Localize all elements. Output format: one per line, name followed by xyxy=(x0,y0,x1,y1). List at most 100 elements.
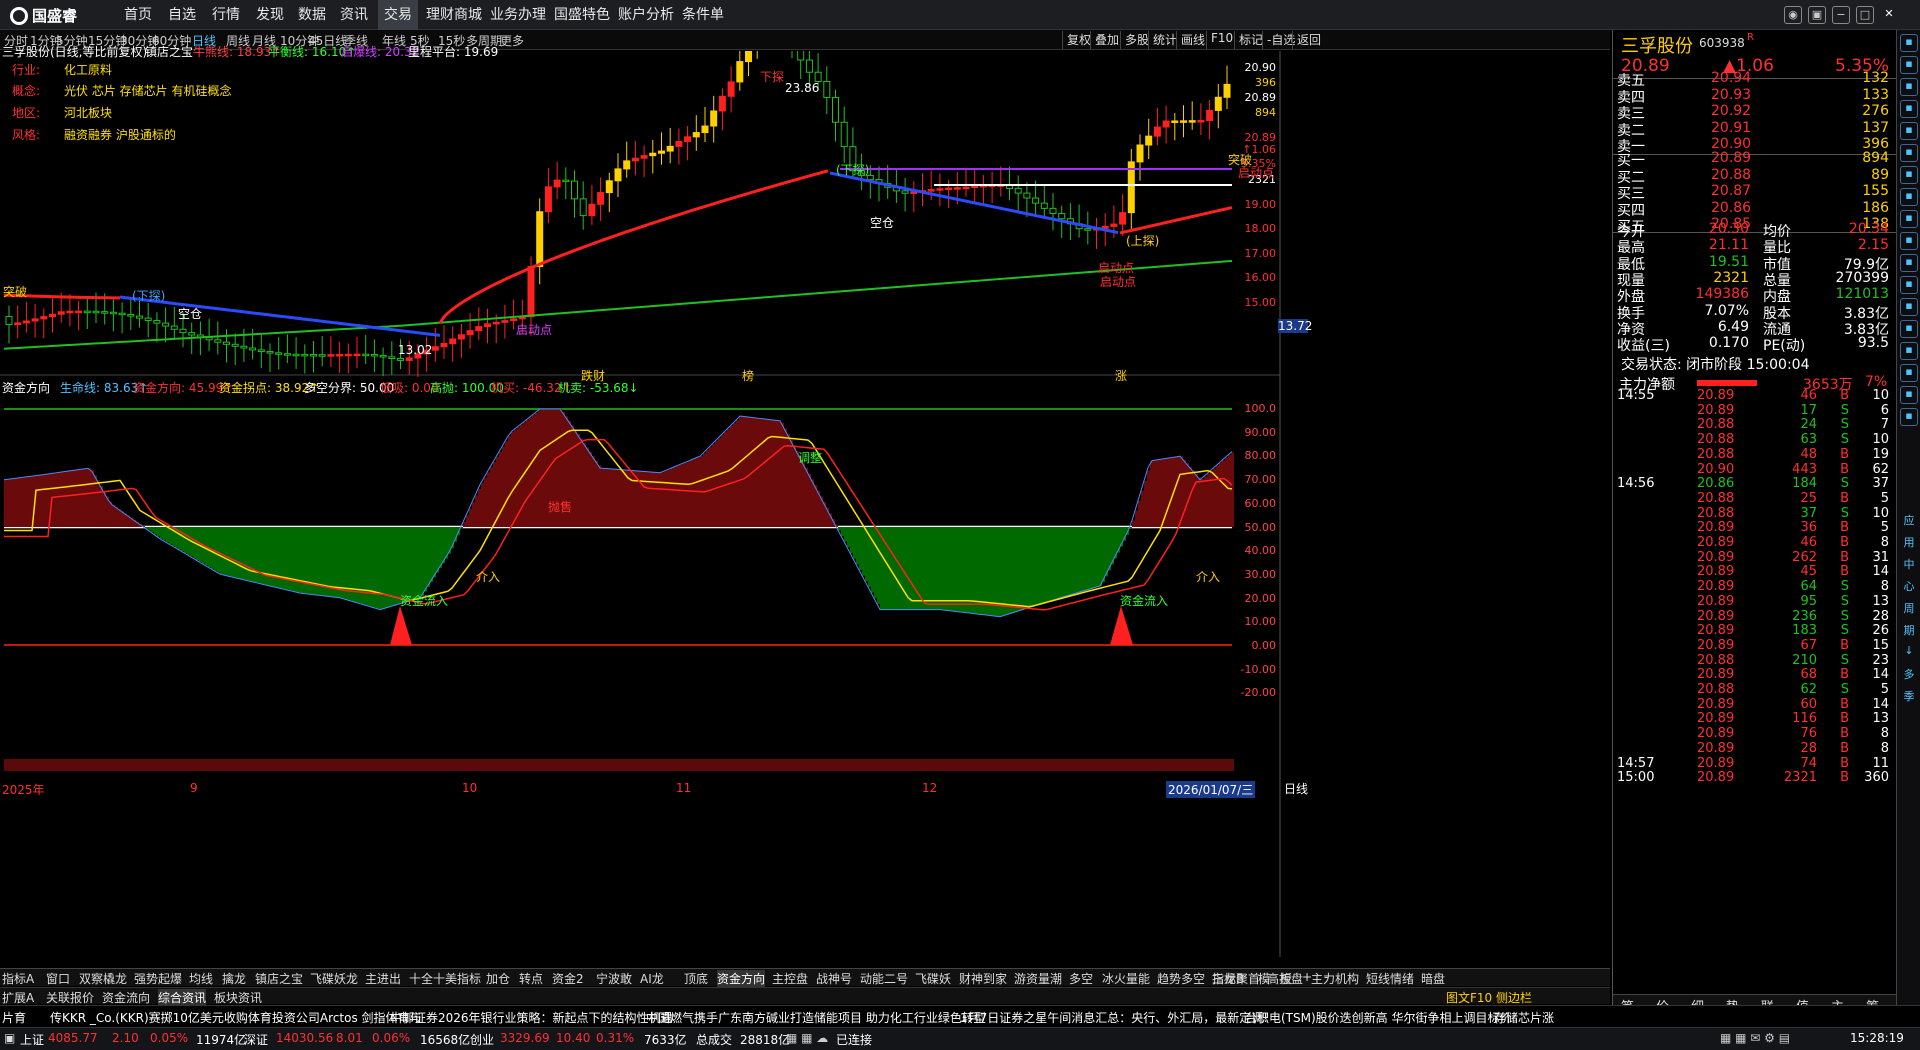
menu-7[interactable]: 理财商城 xyxy=(420,0,488,30)
indicator-tab-11[interactable]: 转点 xyxy=(519,970,543,987)
sidebar-tool-icon[interactable]: ▪ xyxy=(1900,122,1918,140)
indicator-tab-18[interactable]: 战神号 xyxy=(816,970,852,987)
news-item-3[interactable]: 中国燃气携手广东南方碱业打造储能项目 助力化工行业绿色转型 xyxy=(646,1009,986,1026)
indicator-tab-right-4[interactable]: - xyxy=(1324,970,1328,984)
indicator-tab-28[interactable]: 主力机构 xyxy=(1311,970,1359,987)
menu-4[interactable]: 数据 xyxy=(292,0,332,30)
sidebar-tool-icon[interactable]: ▪ xyxy=(1900,166,1918,184)
menu-5[interactable]: 资讯 xyxy=(334,0,374,30)
sidebar-tool-icon[interactable]: ▪ xyxy=(1900,100,1918,118)
panel-tab-1[interactable]: 关联报价 xyxy=(46,989,94,1006)
skin-icon[interactable]: ▣ xyxy=(1808,6,1826,24)
timeframe-16[interactable]: 更多 xyxy=(500,32,524,49)
indicator-tab-2[interactable]: 双察橇龙 xyxy=(79,970,127,987)
indicator-tab-10[interactable]: 加仓 xyxy=(486,970,510,987)
indicator-tab-6[interactable]: 镇店之宝 xyxy=(255,970,303,987)
indicator-tab-4[interactable]: 均线 xyxy=(189,970,213,987)
period-button[interactable]: 日线 xyxy=(1284,780,1308,797)
sidebar-item-8[interactable]: 季 xyxy=(1900,688,1918,706)
indicator-tab-9[interactable]: 十全十美指标 xyxy=(409,970,481,987)
menu-11[interactable]: 条件单 xyxy=(676,0,730,30)
sidebar-tool-icon[interactable]: ▪ xyxy=(1900,232,1918,250)
indicator-tab-30[interactable]: 暗盘 xyxy=(1421,970,1445,987)
sidebar-tool-icon[interactable]: ▪ xyxy=(1900,144,1918,162)
news-item-0[interactable]: 片育 xyxy=(2,1009,26,1026)
sidebar-tool-icon[interactable]: ▪ xyxy=(1900,298,1918,316)
menu-3[interactable]: 发现 xyxy=(250,0,290,30)
menu-10[interactable]: 账户分析 xyxy=(612,0,680,30)
indicator-tab-22[interactable]: 游资量潮 xyxy=(1014,970,1062,987)
sidebar-item-7[interactable]: 多 xyxy=(1900,666,1918,684)
indicator-tab-13[interactable]: 宁波敢 xyxy=(596,970,632,987)
panel-tab-3[interactable]: 综合资讯 xyxy=(158,989,207,1006)
indicator-tab-19[interactable]: 动能二号 xyxy=(860,970,908,987)
close-icon[interactable]: ✕ xyxy=(1880,6,1898,24)
sidebar-item-6[interactable]: ↓ xyxy=(1900,644,1918,662)
cy-label[interactable]: 创业 xyxy=(470,1031,494,1048)
sidebar-tool-icon[interactable]: ▪ xyxy=(1900,364,1918,382)
chart-tool-8[interactable]: 返回 xyxy=(1292,31,1325,49)
news-item-2[interactable]: 中邮证券2026年银行业策略：新起点下的结构性机遇 xyxy=(390,1009,673,1026)
menu-0[interactable]: 首页 xyxy=(118,0,158,30)
sz-label[interactable]: 深证 xyxy=(244,1031,268,1048)
toolbar-icons[interactable]: ▦ ▦ ☁ xyxy=(786,1031,828,1045)
message-icon[interactable]: ◉ xyxy=(1784,6,1802,24)
sidebar-item-0[interactable]: 应 xyxy=(1900,512,1918,530)
sidebar-tool-icon[interactable]: ▪ xyxy=(1900,320,1918,338)
indicator-tab-23[interactable]: 多空 xyxy=(1069,970,1093,987)
sidebar-tool-icon[interactable]: ▪ xyxy=(1900,188,1918,206)
minimize-icon[interactable]: − xyxy=(1832,6,1850,24)
sub-indicator-name[interactable]: 资金方向 xyxy=(2,379,50,396)
chart-tool-1[interactable]: 叠加 xyxy=(1090,31,1123,49)
indicator-tab-17[interactable]: 主控盘 xyxy=(772,970,808,987)
news-item-5[interactable]: 台积电(TSM)股价迭创新高 华尔街争相上调目标价 xyxy=(1245,1009,1511,1026)
indicator-tab-7[interactable]: 飞碟妖龙 xyxy=(310,970,358,987)
indicator-tab-right-3[interactable]: + xyxy=(1302,970,1312,984)
status-icons[interactable]: ▦ ▦ ✉ ⚙ ▤ xyxy=(1720,1031,1790,1045)
news-item-6[interactable]: 存储芯片涨 xyxy=(1494,1009,1554,1026)
sh-label[interactable]: 上证 xyxy=(20,1031,44,1048)
sidebar-tool-icon[interactable]: ▪ xyxy=(1900,276,1918,294)
sidebar-item-2[interactable]: 中 xyxy=(1900,556,1918,574)
sidebar-tool-icon[interactable]: ▪ xyxy=(1900,386,1918,404)
sidebar-tool-icon[interactable]: ▪ xyxy=(1900,342,1918,360)
indicator-tab-29[interactable]: 短线情绪 xyxy=(1366,970,1414,987)
menu-8[interactable]: 业务办理 xyxy=(484,0,552,30)
indicator-tab-14[interactable]: AI龙 xyxy=(640,970,664,987)
indicator-tab-15[interactable]: 顶底 xyxy=(684,970,708,987)
panel-tab-4[interactable]: 板块资讯 xyxy=(214,989,262,1006)
indicator-tab-right-2[interactable]: 板 xyxy=(1280,970,1292,987)
panel-tab-0[interactable]: 扩展A xyxy=(2,989,34,1006)
indicator-tab-3[interactable]: 强势起爆 xyxy=(134,970,182,987)
news-item-4[interactable]: 1月7日证券之星午间消息汇总：央行、外汇局，最新定调! xyxy=(960,1009,1268,1026)
menu-6[interactable]: 交易 xyxy=(378,0,418,30)
indicator-tab-right-0[interactable]: 指标B xyxy=(1212,970,1244,987)
indicator-tab-20[interactable]: 飞碟妖 xyxy=(915,970,951,987)
sidebar-tool-icon[interactable]: ▪ xyxy=(1900,408,1918,426)
indicator-tab-21[interactable]: 财神到家 xyxy=(959,970,1007,987)
sidebar-tool-icon[interactable]: ▪ xyxy=(1900,78,1918,96)
menu-9[interactable]: 国盛特色 xyxy=(548,0,616,30)
news-item-1[interactable]: 传KKR _Co.(KKR)赛掷10亿美元收购体育投资公司Arctos 剑指体育… xyxy=(50,1009,422,1026)
kline-chart[interactable] xyxy=(0,51,1610,957)
chart-tool-4[interactable]: 画线 xyxy=(1176,31,1209,49)
indicator-tab-0[interactable]: 指标A xyxy=(2,970,34,987)
indicator-tab-16[interactable]: 资金方向 xyxy=(717,970,766,987)
f10-tab[interactable]: 图文F10 侧边栏 xyxy=(1446,989,1532,1006)
maximize-icon[interactable]: □ xyxy=(1856,6,1874,24)
indicator-tab-8[interactable]: 主进出 xyxy=(365,970,401,987)
indicator-tab-5[interactable]: 擒龙 xyxy=(222,970,246,987)
sidebar-item-4[interactable]: 周 xyxy=(1900,600,1918,618)
indicator-tab-1[interactable]: 窗口 xyxy=(46,970,70,987)
sidebar-tool-icon[interactable]: ▪ xyxy=(1900,210,1918,228)
chart-area[interactable]: 三孚股份(日线,等比前复权) 镇店之宝 牛熊线: 18.93↑ 平衡线: 16.… xyxy=(0,45,1610,957)
sidebar-item-5[interactable]: 期 xyxy=(1900,622,1918,640)
sidebar-item-1[interactable]: 用 xyxy=(1900,534,1918,552)
sidebar-item-3[interactable]: 心 xyxy=(1900,578,1918,596)
sidebar-tool-icon[interactable]: ▪ xyxy=(1900,34,1918,52)
chart-tool-5[interactable]: F10 xyxy=(1206,31,1237,49)
menu-1[interactable]: 自选 xyxy=(162,0,202,30)
sidebar-tool-icon[interactable]: ▪ xyxy=(1900,56,1918,74)
indicator-tab-12[interactable]: 资金2 xyxy=(552,970,584,987)
news-ticker[interactable]: 片育 传KKR _Co.(KKR)赛掷10亿美元收购体育投资公司Arctos 剑指… xyxy=(0,1005,1920,1027)
